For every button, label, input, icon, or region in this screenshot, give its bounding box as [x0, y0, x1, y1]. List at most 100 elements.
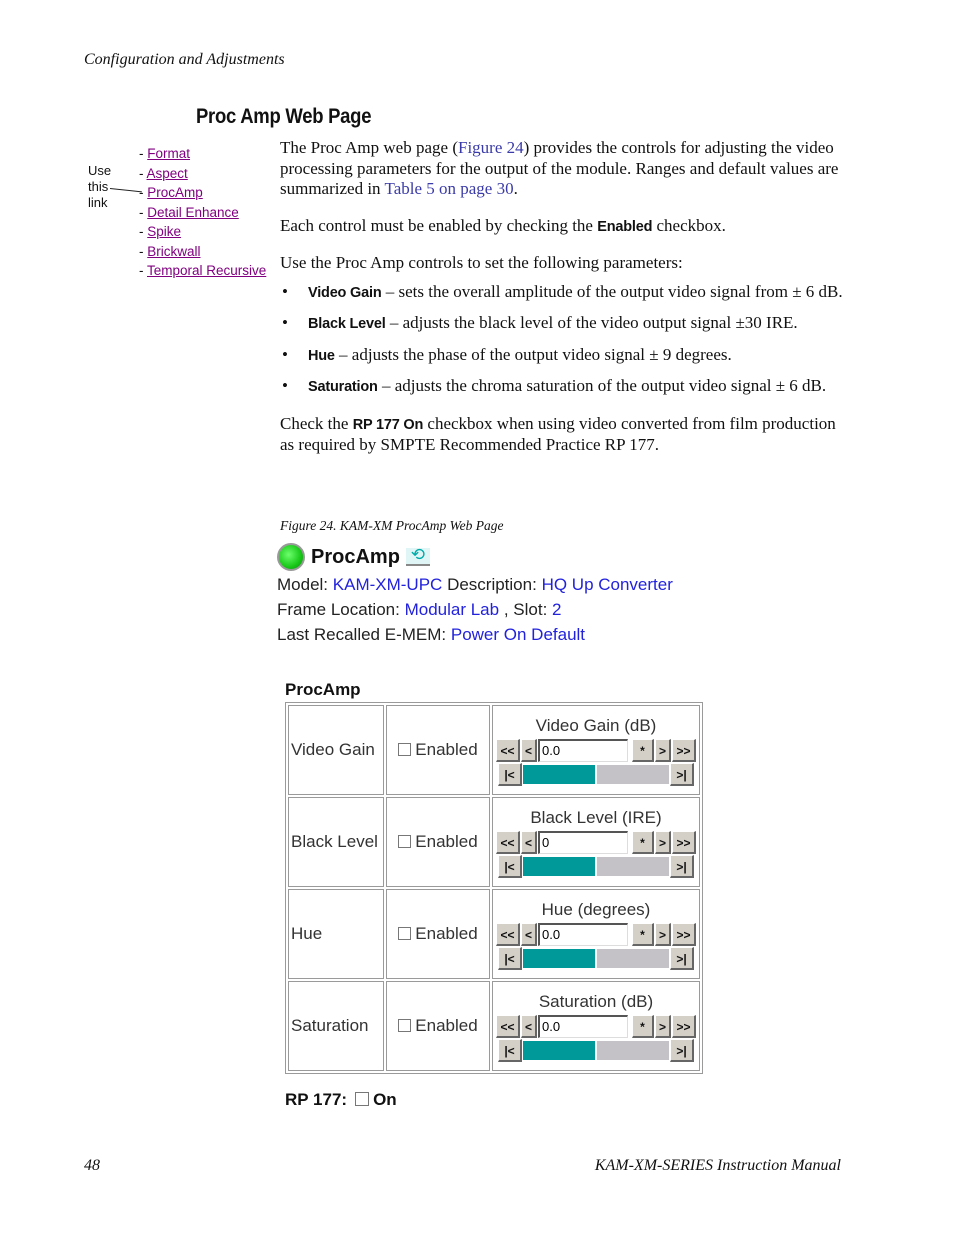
- list-item: • Black Level – adjusts the black level o…: [280, 313, 845, 335]
- frame-line: Frame Location: Modular Lab , Slot: 2: [277, 597, 673, 622]
- label: , Slot:: [503, 600, 548, 619]
- increment-button[interactable]: >: [655, 922, 671, 946]
- procamp-row-hue: HueEnabledHue (degrees)<<<*>>>|<>|: [288, 889, 700, 979]
- fast-increment-button[interactable]: >>: [672, 738, 696, 762]
- value-input[interactable]: [538, 1014, 628, 1038]
- fast-decrement-button[interactable]: <<: [496, 922, 520, 946]
- nav-item: - ProcAmp: [139, 185, 203, 200]
- nav-note-line: Use: [88, 163, 112, 178]
- control-cell: Hue (degrees)<<<*>>>|<>|: [492, 889, 700, 979]
- procamp-row-black-level: Black LevelEnabledBlack Level (IRE)<<<*>…: [288, 797, 700, 887]
- max-button[interactable]: >|: [670, 854, 694, 878]
- bullet-icon: •: [282, 281, 288, 301]
- text: .: [513, 179, 518, 198]
- nav-link-temporal-recursive[interactable]: Temporal Recursive: [147, 263, 266, 278]
- frame-value[interactable]: Modular Lab: [405, 600, 500, 619]
- model-value[interactable]: KAM-XM-UPC: [333, 575, 443, 594]
- description-value[interactable]: HQ Up Converter: [542, 575, 673, 594]
- paragraph-rp177: Check the RP 177 On checkbox when using …: [280, 414, 845, 456]
- max-button[interactable]: >|: [670, 762, 694, 786]
- default-button[interactable]: *: [632, 830, 654, 854]
- running-head: Configuration and Adjustments: [84, 51, 285, 68]
- nav-item: - Spike: [139, 224, 182, 239]
- value-input[interactable]: [538, 738, 628, 762]
- nav-item: - Brickwall: [139, 243, 201, 259]
- keyword: Enabled: [597, 218, 653, 235]
- fast-decrement-button[interactable]: <<: [496, 1014, 520, 1038]
- enabled-checkbox[interactable]: [398, 835, 412, 849]
- control-title: Black Level (IRE): [530, 807, 662, 827]
- max-button[interactable]: >|: [670, 946, 694, 970]
- procamp-row-saturation: SaturationEnabledSaturation (dB)<<<*>>>|…: [288, 981, 700, 1071]
- slider-fill: [523, 764, 595, 784]
- fast-increment-button[interactable]: >>: [672, 830, 696, 854]
- slot-value[interactable]: 2: [552, 600, 561, 619]
- min-button[interactable]: |<: [498, 1038, 522, 1062]
- enabled-label: Enabled: [415, 832, 478, 851]
- value-input[interactable]: [538, 922, 628, 946]
- max-button[interactable]: >|: [670, 1038, 694, 1062]
- increment-button[interactable]: >: [655, 1014, 671, 1038]
- table-link[interactable]: Table 5 on page 30: [385, 179, 514, 198]
- increment-button[interactable]: >: [655, 830, 671, 854]
- enabled-checkbox[interactable]: [398, 927, 412, 941]
- rp177-row: RP 177: On: [285, 1090, 397, 1110]
- emem-value[interactable]: Power On Default: [451, 625, 585, 644]
- manual-title: KAM-XM-SERIES Instruction Manual: [594, 1157, 841, 1174]
- value-slider[interactable]: [523, 855, 669, 878]
- fast-increment-button[interactable]: >>: [672, 1014, 696, 1038]
- decrement-button[interactable]: <: [521, 738, 537, 762]
- decrement-button[interactable]: <: [521, 1014, 537, 1038]
- enabled-checkbox[interactable]: [398, 743, 412, 757]
- slider-fill: [523, 1040, 595, 1060]
- increment-button[interactable]: >: [655, 738, 671, 762]
- nav-item: - Format: [139, 146, 191, 161]
- web-title: ProcAmp: [311, 545, 400, 568]
- refresh-icon[interactable]: ⟲: [405, 546, 430, 566]
- min-button[interactable]: |<: [498, 854, 522, 878]
- module-info: Model: KAM-XM-UPC Description: HQ Up Con…: [277, 572, 673, 647]
- nav-link-aspect[interactable]: Aspect: [147, 166, 188, 181]
- default-button[interactable]: *: [632, 1014, 654, 1038]
- enabled-checkbox[interactable]: [398, 1019, 412, 1033]
- nav-item: - Detail Enhance: [139, 204, 239, 220]
- paragraph-use: Use the Proc Amp controls to set the fol…: [280, 253, 683, 272]
- decrement-button[interactable]: <: [521, 922, 537, 946]
- control-cell: Video Gain (dB)<<<*>>>|<>|: [492, 705, 700, 795]
- nav-link-detail-enhance[interactable]: Detail Enhance: [147, 205, 239, 220]
- fast-decrement-button[interactable]: <<: [496, 830, 520, 854]
- nav-note: Use this link: [88, 163, 111, 211]
- value-slider[interactable]: [523, 947, 669, 970]
- value-slider[interactable]: [523, 1039, 669, 1062]
- nav-link-procamp[interactable]: ProcAmp: [147, 185, 203, 200]
- text: checkbox.: [652, 215, 726, 235]
- figure-link[interactable]: Figure 24: [458, 138, 524, 157]
- list-item: • Video Gain – sets the overall amplitude…: [280, 282, 845, 304]
- control-row: <<<*>>>: [493, 1014, 699, 1038]
- nav-link-format[interactable]: Format: [147, 146, 190, 161]
- decrement-button[interactable]: <: [521, 830, 537, 854]
- nav-note-line: link: [88, 195, 108, 210]
- text: The Proc Amp web page (: [280, 138, 458, 157]
- min-button[interactable]: |<: [498, 946, 522, 970]
- fast-increment-button[interactable]: >>: [672, 922, 696, 946]
- default-button[interactable]: *: [632, 738, 654, 762]
- default-button[interactable]: *: [632, 922, 654, 946]
- min-button[interactable]: |<: [498, 762, 522, 786]
- value-slider[interactable]: [523, 763, 669, 786]
- label: Last Recalled E-MEM:: [277, 625, 447, 644]
- control-title: Video Gain (dB): [535, 715, 657, 735]
- term: Hue: [308, 347, 335, 364]
- desc: – adjusts the phase of the output video …: [334, 344, 732, 364]
- bullet-icon: •: [282, 344, 288, 364]
- nav-link-spike[interactable]: Spike: [147, 224, 181, 239]
- paragraph-intro: The Proc Amp web page (Figure 24) provid…: [280, 138, 845, 200]
- figure-caption: Figure 24. KAM-XM ProcAmp Web Page: [280, 518, 504, 533]
- value-input[interactable]: [538, 830, 628, 854]
- nav-link-brickwall[interactable]: Brickwall: [147, 244, 200, 259]
- slider-track: [597, 948, 669, 968]
- nav-item: - Aspect: [139, 165, 188, 181]
- slider-row: |< >|: [493, 946, 699, 970]
- fast-decrement-button[interactable]: <<: [496, 738, 520, 762]
- rp177-checkbox[interactable]: [355, 1092, 370, 1106]
